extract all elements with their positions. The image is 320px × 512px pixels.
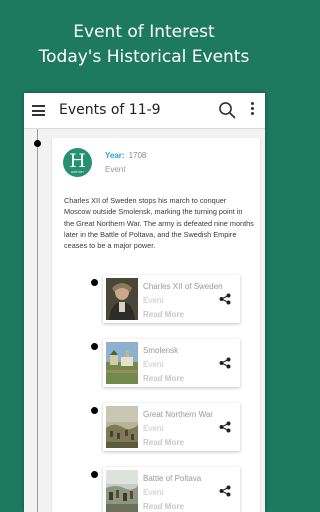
- read-more-link[interactable]: Read More: [143, 310, 184, 319]
- related-thumbnail: [106, 278, 138, 320]
- related-card[interactable]: Great Northern War Event Read More: [103, 403, 240, 451]
- more-vertical-icon[interactable]: [248, 102, 256, 120]
- history-logo: H HISTORY: [63, 148, 92, 177]
- promo-subtitle: Today's Historical Events: [38, 47, 250, 67]
- related-type: Event: [143, 488, 164, 497]
- page-title: Events of 11-9: [59, 102, 161, 118]
- app-bar: Events of 11-9: [24, 93, 265, 129]
- event-type: Event: [105, 165, 126, 174]
- read-more-link[interactable]: Read More: [143, 502, 184, 511]
- related-type: Event: [143, 360, 164, 369]
- year-value: 1708: [128, 151, 147, 160]
- related-thumbnail: [106, 406, 138, 448]
- related-type: Event: [143, 424, 164, 433]
- related-card[interactable]: Smolensk Event Read More: [103, 339, 240, 387]
- read-more-link[interactable]: Read More: [143, 374, 184, 383]
- share-icon[interactable]: [219, 293, 231, 305]
- year-label: Year:: [105, 151, 125, 160]
- timeline-dot: [34, 140, 41, 147]
- related-type: Event: [143, 296, 164, 305]
- related-name: Battle of Poltava: [143, 474, 202, 483]
- share-icon[interactable]: [219, 357, 231, 369]
- timeline-line: [37, 129, 38, 512]
- related-name: Great Northern War: [143, 410, 213, 419]
- promo-header: Event of Interest Today's Historical Eve…: [0, 0, 288, 92]
- related-thumbnail: [106, 342, 138, 384]
- related-dot: [91, 407, 98, 414]
- read-more-link[interactable]: Read More: [143, 438, 184, 447]
- event-card: H HISTORY Year: 1708 Event Charles XII of…: [52, 138, 260, 512]
- related-name: Charles XII of Sweden: [143, 282, 223, 291]
- related-name: Smolensk: [143, 346, 179, 355]
- related-card[interactable]: Charles XII of Sweden Event Read More: [103, 275, 240, 323]
- search-icon[interactable]: [218, 101, 236, 119]
- event-year: Year: 1708: [105, 151, 146, 160]
- app-screen: Events of 11-9 H HISTORY Year: 1708 Event…: [24, 93, 265, 512]
- related-dot: [91, 471, 98, 478]
- related-thumbnail: [106, 470, 138, 512]
- related-dot: [91, 279, 98, 286]
- hamburger-menu-icon[interactable]: [32, 105, 45, 116]
- share-icon[interactable]: [219, 421, 231, 433]
- promo-title: Event of Interest: [73, 22, 215, 42]
- related-card[interactable]: Battle of Poltava Event Read More: [103, 467, 240, 512]
- share-icon[interactable]: [219, 485, 231, 497]
- event-description: Charles XII of Sweden stops his march to…: [64, 196, 254, 251]
- related-dot: [91, 343, 98, 350]
